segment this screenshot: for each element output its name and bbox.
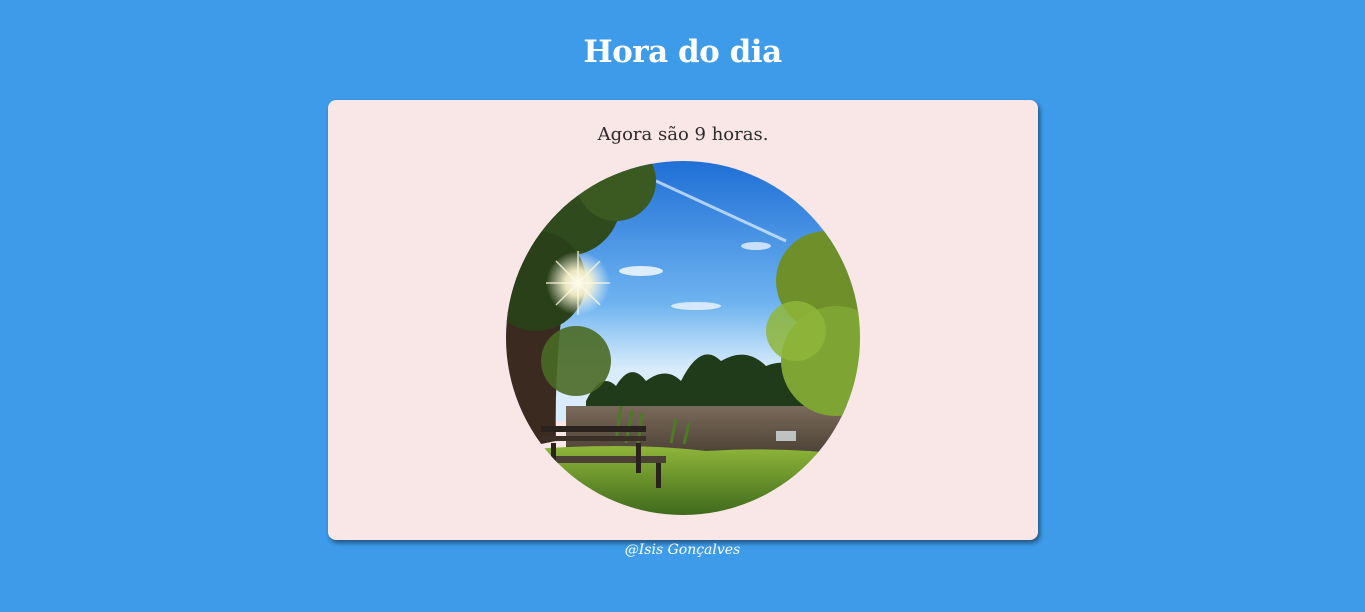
morning-scene-image <box>506 161 860 515</box>
time-message: Agora são 9 horas. <box>597 124 769 145</box>
time-card: Agora são 9 horas. <box>328 100 1038 540</box>
page-title: Hora do dia <box>583 34 782 70</box>
author-credit: @Isis Gonçalves <box>624 542 741 558</box>
